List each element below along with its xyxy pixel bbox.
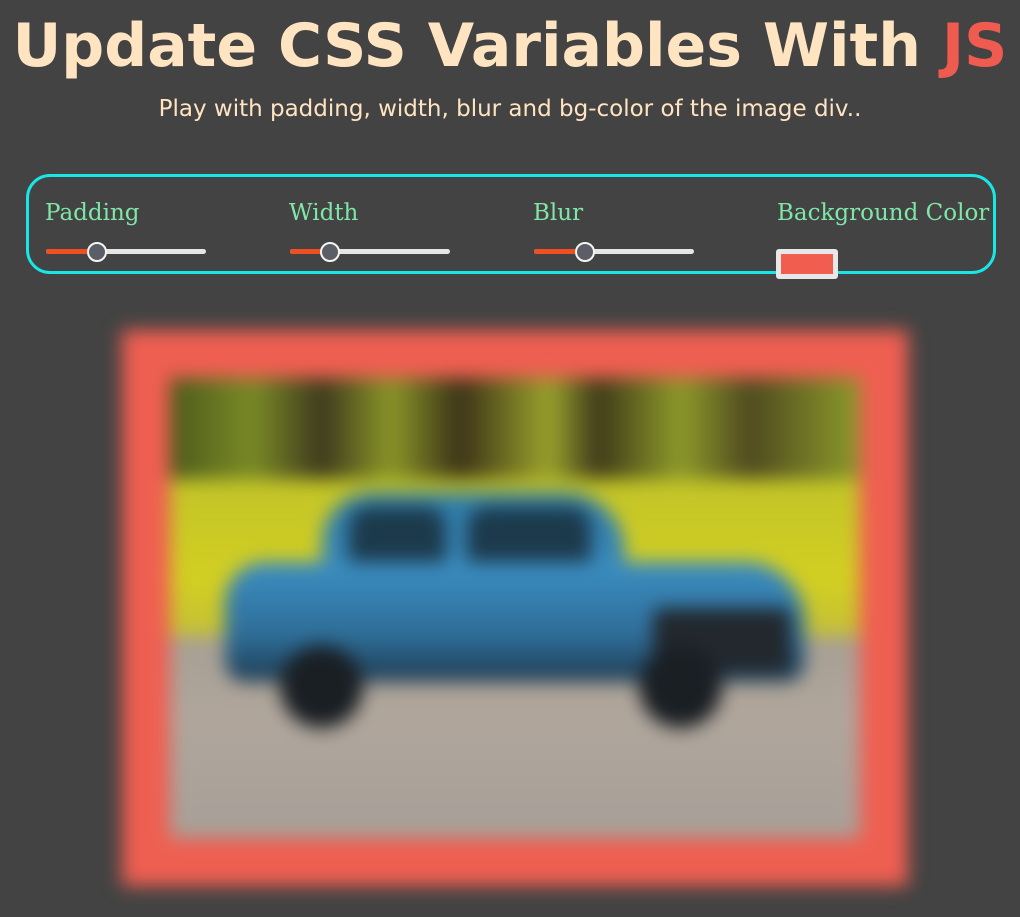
background-color-label: Background Color <box>777 200 990 226</box>
image-div <box>122 330 908 886</box>
blur-slider-thumb[interactable] <box>575 242 595 262</box>
padding-slider[interactable] <box>46 242 206 262</box>
page-title-main: Update CSS Variables With <box>12 11 942 81</box>
background-color-swatch <box>781 254 833 274</box>
photo-car-window <box>349 506 446 567</box>
blur-control: Blur <box>533 197 694 262</box>
car-photo-icon <box>170 378 860 838</box>
width-control: Width <box>289 197 450 262</box>
photo-car-wheel <box>280 644 364 728</box>
background-color-control: Background Color <box>776 197 990 279</box>
page-title-accent: JS <box>941 11 1008 81</box>
width-label: Width <box>289 200 359 226</box>
padding-control: Padding <box>45 197 206 262</box>
blur-label: Blur <box>533 200 584 226</box>
background-color-picker[interactable] <box>776 249 838 279</box>
page-subtitle: Play with padding, width, blur and bg-co… <box>158 96 862 122</box>
width-slider[interactable] <box>290 242 450 262</box>
padding-label: Padding <box>45 200 140 226</box>
controls-panel: Padding Width Blur Background Color <box>26 174 996 279</box>
photo-car-wheel <box>639 644 722 728</box>
blur-slider[interactable] <box>534 242 694 262</box>
page-title: Update CSS Variables With JS <box>0 8 1020 84</box>
width-slider-thumb[interactable] <box>320 242 340 262</box>
padding-slider-thumb[interactable] <box>87 242 107 262</box>
photo-car-window <box>466 506 591 567</box>
